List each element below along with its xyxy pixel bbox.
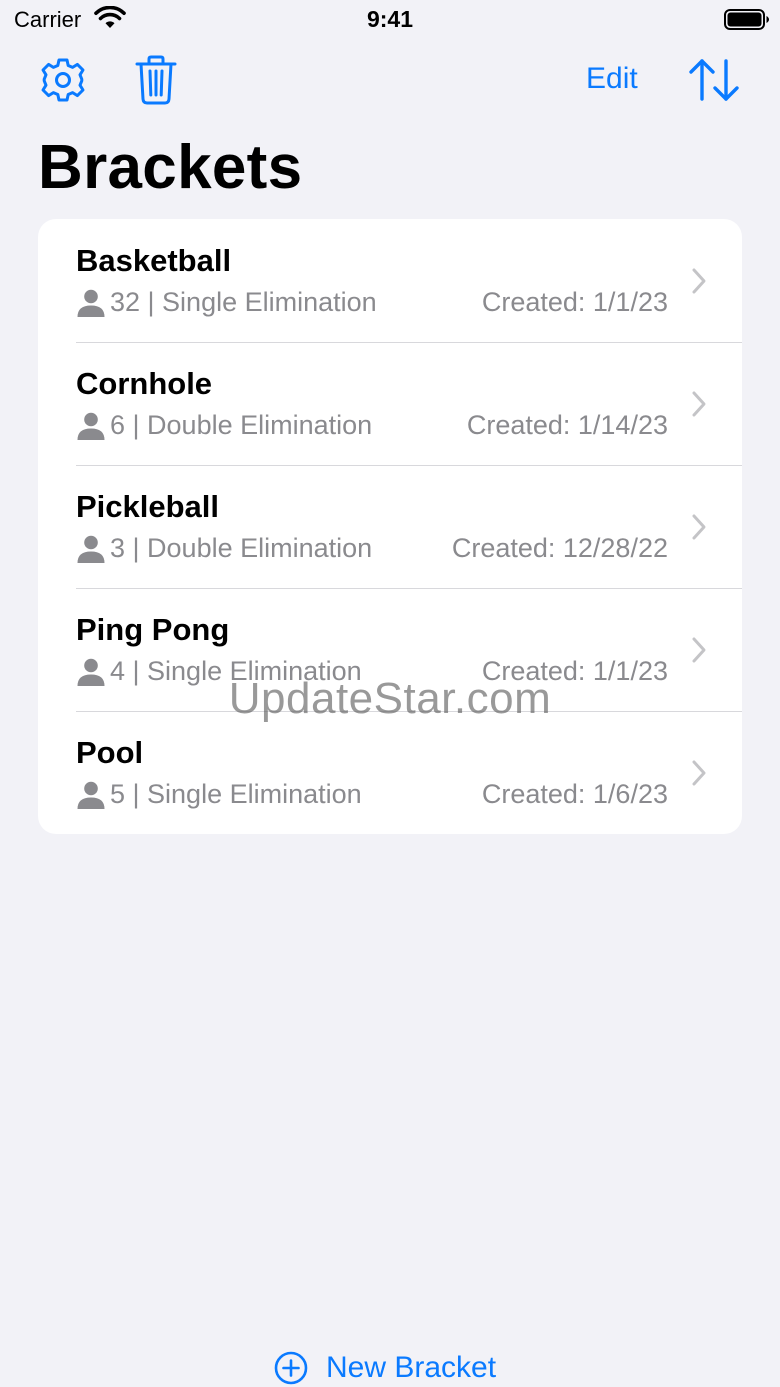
bracket-name: Ping Pong [76,612,230,647]
status-bar: Carrier 9:41 [0,0,780,40]
bracket-name: Pickleball [76,489,220,524]
bracket-meta: 3 | Double Elimination [76,533,372,564]
person-icon [77,658,105,686]
bracket-name: Cornhole [76,366,213,401]
gear-icon [41,58,85,102]
plus-circle-icon [274,1351,308,1385]
sort-button[interactable] [686,55,742,105]
bracket-row-cornhole[interactable]: Cornhole 6 | Double Elimination Created:… [38,342,742,465]
chevron-right-icon [692,637,706,663]
chevron-right-icon [692,391,706,417]
bracket-created-date: Created: 1/1/23 [481,656,668,686]
bracket-meta: 5 | Single Elimination [76,779,362,810]
delete-button[interactable] [132,54,180,106]
bracket-name: Pool [76,735,144,770]
bracket-row-basketball[interactable]: Basketball 32 | Single Elimination Creat… [38,219,742,342]
person-icon [77,535,105,563]
bracket-name: Basketball [76,243,232,278]
settings-button[interactable] [38,55,88,105]
bracket-meta-text: 3 | Double Elimination [110,533,373,563]
new-bracket-button[interactable]: New Bracket [274,1348,496,1387]
bracket-created-date: Created: 1/14/23 [466,410,668,440]
page-title: Brackets [38,133,303,202]
brackets-list: Basketball 32 | Single Elimination Creat… [38,219,742,834]
app-screen: Carrier 9:41 Edit Brackets Basketball 32… [0,0,780,1387]
battery-icon [724,9,769,30]
bracket-meta-text: 6 | Double Elimination [110,410,373,440]
status-time: 9:41 [366,6,414,32]
bracket-created-date: Created: 12/28/22 [451,533,668,563]
chevron-right-icon [692,514,706,540]
bracket-created-date: Created: 1/6/23 [481,779,668,809]
new-bracket-label: New Bracket [326,1351,497,1384]
sort-arrows-icon [689,59,739,101]
bracket-meta-text: 32 | Single Elimination [110,287,377,317]
bracket-row-pickleball[interactable]: Pickleball 3 | Double Elimination Create… [38,465,742,588]
bracket-meta: 6 | Double Elimination [76,410,372,441]
trash-icon [135,55,177,105]
bracket-created-date: Created: 1/1/23 [481,287,668,317]
chevron-right-icon [692,268,706,294]
person-icon [77,412,105,440]
bracket-meta: 4 | Single Elimination [76,656,362,687]
person-icon [77,289,105,317]
bracket-meta-text: 5 | Single Elimination [110,779,362,809]
chevron-right-icon [692,760,706,786]
bracket-row-pool[interactable]: Pool 5 | Single Elimination Created: 1/6… [38,711,742,834]
bracket-meta: 32 | Single Elimination [76,287,377,318]
person-icon [77,781,105,809]
bracket-meta-text: 4 | Single Elimination [110,656,362,686]
edit-button[interactable]: Edit [586,62,638,96]
bracket-row-ping-pong[interactable]: Ping Pong 4 | Single Elimination Created… [38,588,742,711]
